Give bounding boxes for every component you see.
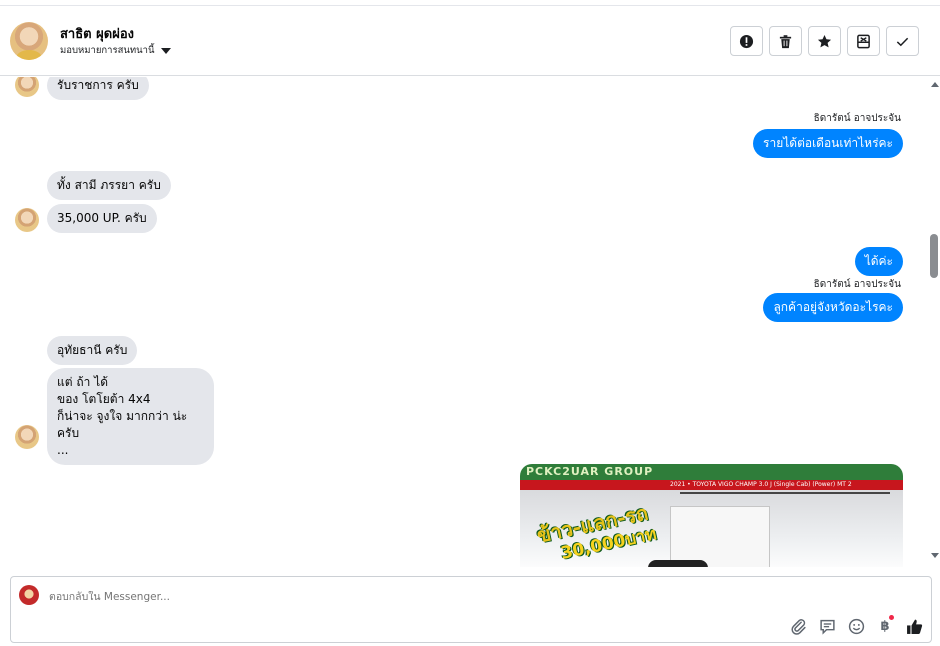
image-roof (680, 492, 890, 502)
attach-button[interactable] (789, 617, 807, 635)
delete-button[interactable] (769, 26, 802, 56)
like-button[interactable] (905, 617, 923, 635)
contact-name[interactable]: สาธิต ผุดผ่อง (60, 23, 134, 44)
contact-avatar[interactable] (10, 22, 48, 60)
image-attachment[interactable]: PCKC2UAR GROUP 2021 • TOYOTA VIGO CHAMP … (520, 464, 903, 567)
thread-scrollbar[interactable] (928, 77, 940, 567)
contact-avatar-small (15, 425, 39, 449)
outgoing-message[interactable]: ลูกค้าอยู่จังหวัดอะไรคะ (763, 293, 903, 322)
reply-input[interactable] (49, 591, 549, 603)
composer-tools: ฿ (789, 615, 923, 635)
image-car (648, 560, 708, 567)
archive-button[interactable] (847, 26, 880, 56)
outgoing-message[interactable]: ได้ค่ะ (854, 247, 903, 276)
incoming-message[interactable]: แต่ ถ้า ได้ ของ โตโยต้า 4x4 ก็น่าจะ จูงใ… (47, 368, 214, 465)
conversation-header: สาธิต ผุดผ่อง มอบหมายการสนทนานี้ (0, 6, 940, 76)
assign-label: มอบหมายการสนทนานี้ (60, 45, 155, 56)
notification-dot (889, 615, 894, 620)
alert-icon (739, 34, 754, 48)
assign-conversation-dropdown[interactable]: มอบหมายการสนทนานี้ (60, 43, 171, 58)
incoming-message[interactable]: อุทัยธานี ครับ (47, 336, 138, 365)
image-strip-text: 2021 • TOYOTA VIGO CHAMP 3.0 J (Single C… (670, 481, 852, 488)
emoji-icon (848, 618, 864, 634)
trash-icon (779, 34, 792, 48)
incoming-message[interactable]: ทั้ง สามี ภรรยา ครับ (47, 171, 171, 200)
incoming-message[interactable]: 35,000 UP. ครับ (47, 204, 157, 233)
image-banner-text: PCKC2UAR GROUP (526, 465, 654, 478)
scroll-up-arrow-icon[interactable] (931, 82, 939, 87)
incoming-message[interactable]: รับราชการ ครับ (47, 77, 149, 100)
caret-down-icon (160, 47, 171, 54)
like-icon (906, 619, 922, 634)
page-avatar (19, 585, 39, 605)
report-button[interactable] (730, 26, 763, 56)
mark-done-button[interactable] (886, 26, 919, 56)
outgoing-message[interactable]: รายได้ต่อเดือนเท่าไหร่คะ (753, 129, 903, 158)
baht-icon: ฿ (880, 618, 890, 634)
saved-reply-icon (819, 619, 835, 635)
contact-avatar-small (15, 77, 39, 97)
emoji-button[interactable] (847, 617, 865, 635)
sender-name: ธิดารัตน์ อาจประจัน (813, 279, 901, 290)
message-composer: ฿ (10, 576, 932, 643)
sender-name: ธิดารัตน์ อาจประจัน (813, 113, 901, 124)
check-icon (896, 37, 909, 46)
scroll-thumb[interactable] (930, 234, 938, 278)
star-icon (817, 34, 832, 47)
star-button[interactable] (808, 26, 841, 56)
message-thread[interactable]: รับราชการ ครับ ธิดารัตน์ อาจประจัน รายได… (0, 77, 928, 567)
attach-icon (790, 618, 806, 635)
image-truck (670, 506, 770, 567)
header-actions (730, 26, 919, 56)
scroll-down-arrow-icon[interactable] (931, 553, 939, 558)
saved-reply-button[interactable] (818, 617, 836, 635)
payment-button[interactable]: ฿ (876, 615, 894, 635)
contact-avatar-small (15, 208, 39, 232)
archive-icon (857, 34, 870, 48)
